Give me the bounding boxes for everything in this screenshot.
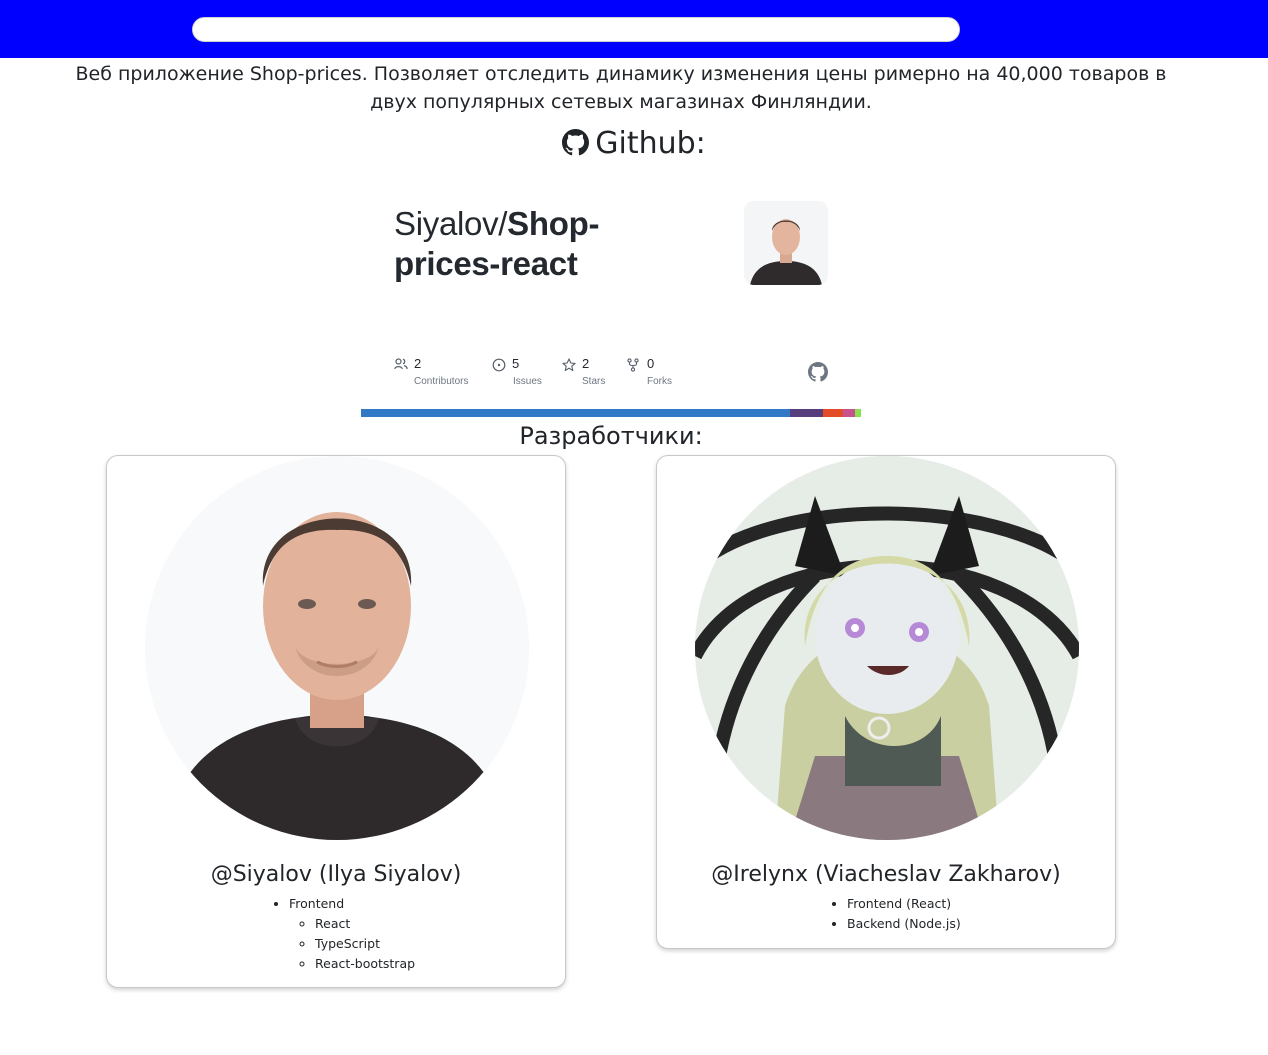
github-title-text: Github:: [595, 126, 706, 161]
skill-item: Frontend React TypeScript React-bootstra…: [289, 894, 415, 974]
developers-heading: Разработчики:: [519, 422, 703, 450]
developer-photo: [145, 456, 529, 840]
skill-item: Frontend (React): [847, 894, 961, 914]
github-icon: [562, 129, 590, 156]
github-repo-card[interactable]: Siyalov/Shop- prices-react 2 Contributor…: [361, 180, 861, 418]
repo-owner-avatar: [744, 201, 828, 285]
github-heading: Github:: [0, 124, 1268, 164]
stat-label: Stars: [582, 376, 606, 387]
developer-avatar: [695, 456, 1079, 840]
developer-name: @Siyalov (Ilya Siyalov): [210, 862, 462, 887]
stat-value: 5: [512, 356, 520, 371]
contributors-icon: [394, 358, 408, 370]
star-icon: [562, 358, 576, 372]
skills-sublist: React TypeScript React-bootstrap: [289, 914, 415, 974]
language-bar: [361, 409, 861, 417]
language-segment: [823, 409, 843, 417]
issues-icon: [492, 358, 506, 372]
developer-card: @Irelynx (Viacheslav Zakharov) Frontend …: [656, 455, 1116, 949]
developer-name: @Irelynx (Viacheslav Zakharov): [711, 862, 1061, 887]
stat-label: Forks: [647, 376, 672, 387]
language-segment: [790, 409, 823, 417]
stat-label: Contributors: [414, 376, 469, 387]
developer-card: @Siyalov (Ilya Siyalov) Frontend React T…: [106, 455, 566, 988]
stat-label: Issues: [513, 376, 542, 387]
search-input[interactable]: [192, 17, 960, 42]
repo-name: Siyalov/Shop- prices-react: [394, 204, 599, 284]
top-navbar: [0, 0, 1268, 58]
skill-item: Backend (Node.js): [847, 914, 961, 934]
repo-owner: Siyalov/: [394, 205, 508, 242]
skills-list: Frontend (React) Backend (Node.js): [847, 894, 961, 934]
language-segment: [855, 409, 861, 417]
app-description: Веб приложение Shop-prices. Позволяет от…: [75, 63, 1167, 113]
skill-subitem: React-bootstrap: [315, 954, 415, 974]
skill-subitem: TypeScript: [315, 934, 415, 954]
repo-name-line2: prices-react: [394, 245, 578, 282]
skill-subitem: React: [315, 914, 415, 934]
stat-value: 0: [647, 356, 655, 371]
stat-value: 2: [582, 356, 590, 371]
language-segment: [843, 409, 855, 417]
skills-list: Frontend React TypeScript React-bootstra…: [289, 894, 415, 974]
repo-name-line1: Shop-: [507, 205, 600, 242]
language-segment: [361, 409, 790, 417]
fork-icon: [627, 358, 639, 372]
github-icon: [808, 362, 828, 382]
stat-value: 2: [414, 356, 422, 371]
